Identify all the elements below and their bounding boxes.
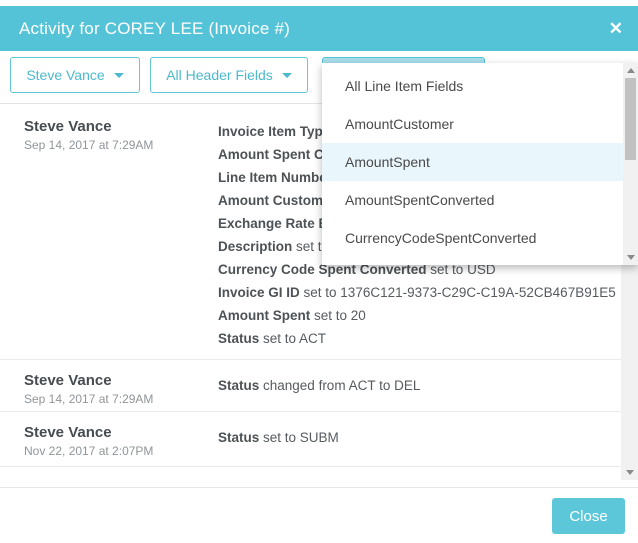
header-fields-dropdown[interactable]: All Header Fields — [150, 57, 308, 93]
user-filter-label: Steve Vance — [26, 67, 104, 83]
activity-user: Steve Vance — [24, 118, 218, 135]
change-line: Status set to ACT — [218, 327, 638, 350]
menu-item-amountspent[interactable]: AmountSpent — [322, 143, 638, 181]
user-filter-dropdown[interactable]: Steve Vance — [10, 57, 140, 93]
caret-down-icon — [282, 73, 292, 78]
caret-down-icon — [114, 73, 124, 78]
change-line: Status changed from ACT to DEL — [218, 374, 638, 397]
modal-header: Activity for COREY LEE (Invoice #) ✕ — [0, 6, 638, 51]
scroll-up-icon[interactable] — [623, 63, 638, 78]
scroll-down-icon[interactable] — [621, 465, 638, 480]
modal-footer: Close — [0, 487, 638, 543]
activity-modal: Activity for COREY LEE (Invoice #) ✕ Ste… — [0, 0, 638, 543]
menu-item-currencycodespentconverted[interactable]: CurrencyCodeSpentConverted — [322, 219, 638, 257]
scroll-down-icon[interactable] — [623, 250, 638, 265]
close-button[interactable]: Close — [552, 498, 625, 534]
activity-timestamp: Sep 14, 2017 at 7:29AM — [24, 392, 218, 406]
activity-timestamp: Nov 22, 2017 at 2:07PM — [24, 444, 218, 458]
activity-user: Steve Vance — [24, 424, 218, 441]
scrollbar-thumb[interactable] — [625, 78, 636, 160]
close-icon[interactable]: ✕ — [609, 6, 623, 51]
change-line: Invoice GI ID set to 1376C121-9373-C29C-… — [218, 281, 638, 304]
change-line: Amount Spent set to 20 — [218, 304, 638, 327]
activity-entry: Steve Vance Nov 22, 2017 at 2:07PM Statu… — [0, 412, 638, 467]
line-item-fields-menu: All Line Item Fields AmountCustomer Amou… — [322, 63, 638, 265]
header-fields-label: All Header Fields — [166, 67, 273, 83]
change-line: Status set to SUBM — [218, 426, 638, 449]
menu-item-amountcustomer[interactable]: AmountCustomer — [322, 105, 638, 143]
menu-item-all-line-item-fields[interactable]: All Line Item Fields — [322, 67, 638, 105]
activity-user: Steve Vance — [24, 372, 218, 389]
menu-item-amountspentconverted[interactable]: AmountSpentConverted — [322, 181, 638, 219]
activity-timestamp: Sep 14, 2017 at 7:29AM — [24, 138, 218, 152]
modal-title: Activity for COREY LEE (Invoice #) — [19, 19, 290, 39]
activity-entry: Steve Vance Sep 14, 2017 at 7:29AM Statu… — [0, 360, 638, 412]
menu-scrollbar[interactable] — [623, 63, 638, 265]
